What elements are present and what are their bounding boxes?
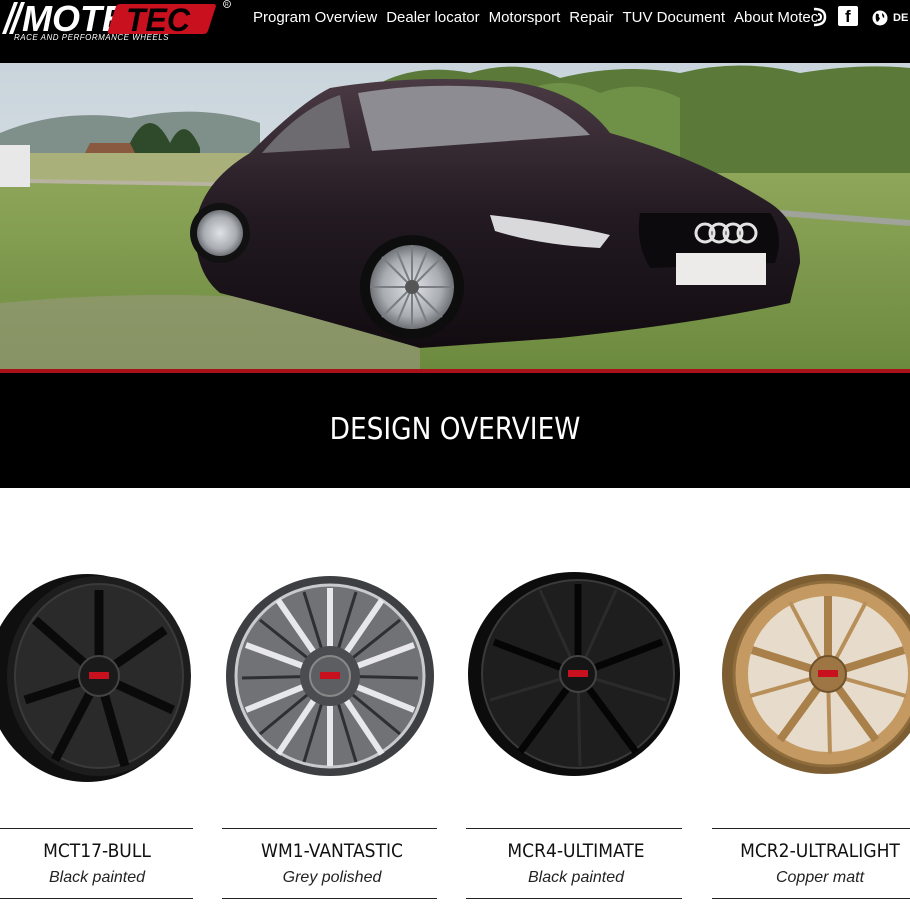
divider-line — [0, 898, 193, 899]
divider-line — [712, 828, 910, 829]
product-name[interactable]: MCT17-BULL — [0, 840, 196, 862]
nav-motorsport[interactable]: Motorsport — [489, 8, 561, 28]
product-card-wm1-vantastic[interactable]: WM1-VANTASTIC Grey polished — [222, 570, 442, 910]
wheel-image-wm1-vantastic[interactable] — [222, 570, 442, 785]
wheel-image-mct17-bull[interactable] — [0, 570, 195, 785]
wheel-image-mcr2-ultralight[interactable] — [710, 570, 910, 785]
divider-line — [0, 828, 193, 829]
nav-tuv-document[interactable]: TUV Document — [622, 8, 725, 28]
product-finish: Black painted — [527, 869, 625, 886]
divider-line — [222, 898, 437, 899]
nav-program-overview[interactable]: Program Overview — [253, 8, 377, 28]
motec-logo[interactable]: MOTEC TEC RACE AND PERFORMANCE WHEELS R — [0, 0, 235, 42]
divider-line — [466, 898, 682, 899]
section-title-band: DESIGN OVERVIEW — [0, 373, 910, 488]
d-logo-icon[interactable] — [811, 6, 829, 28]
section-title: DESIGN OVERVIEW — [329, 412, 581, 447]
wheel-image-mcr4-ultimate[interactable] — [466, 570, 686, 785]
product-finish: Grey polished — [282, 869, 382, 886]
nav-repair[interactable]: Repair — [569, 8, 613, 28]
divider-line — [712, 898, 910, 899]
product-name[interactable]: WM1-VANTASTIC — [233, 840, 431, 862]
product-finish: Black painted — [48, 869, 146, 886]
globe-icon[interactable] — [872, 10, 888, 26]
product-card-mcr2-ultralight[interactable]: MCR2-ULTRALIGHT Copper matt — [710, 570, 910, 910]
svg-text:R: R — [225, 2, 229, 8]
product-card-mcr4-ultimate[interactable]: MCR4-ULTIMATE Black painted — [466, 570, 686, 910]
facebook-icon[interactable]: f — [838, 6, 858, 26]
logo-tagline: RACE AND PERFORMANCE WHEELS — [14, 33, 169, 42]
nav-dealer-locator[interactable]: Dealer locator — [386, 8, 479, 28]
product-name[interactable]: MCR4-ULTIMATE — [477, 840, 675, 862]
product-finish: Copper matt — [775, 869, 865, 886]
product-card-mct17-bull[interactable]: MCT17-BULL Black painted — [0, 570, 195, 910]
top-navigation-bar: MOTEC TEC RACE AND PERFORMANCE WHEELS R … — [0, 0, 910, 63]
divider-line — [466, 828, 682, 829]
main-nav: Program Overview Dealer locator Motorspo… — [253, 8, 818, 28]
divider-line — [222, 828, 437, 829]
hero-image — [0, 63, 910, 369]
nav-about-motec[interactable]: About Motec — [734, 8, 818, 28]
language-selector[interactable]: DE — [893, 12, 908, 24]
product-name[interactable]: MCR2-ULTRALIGHT — [721, 840, 910, 862]
